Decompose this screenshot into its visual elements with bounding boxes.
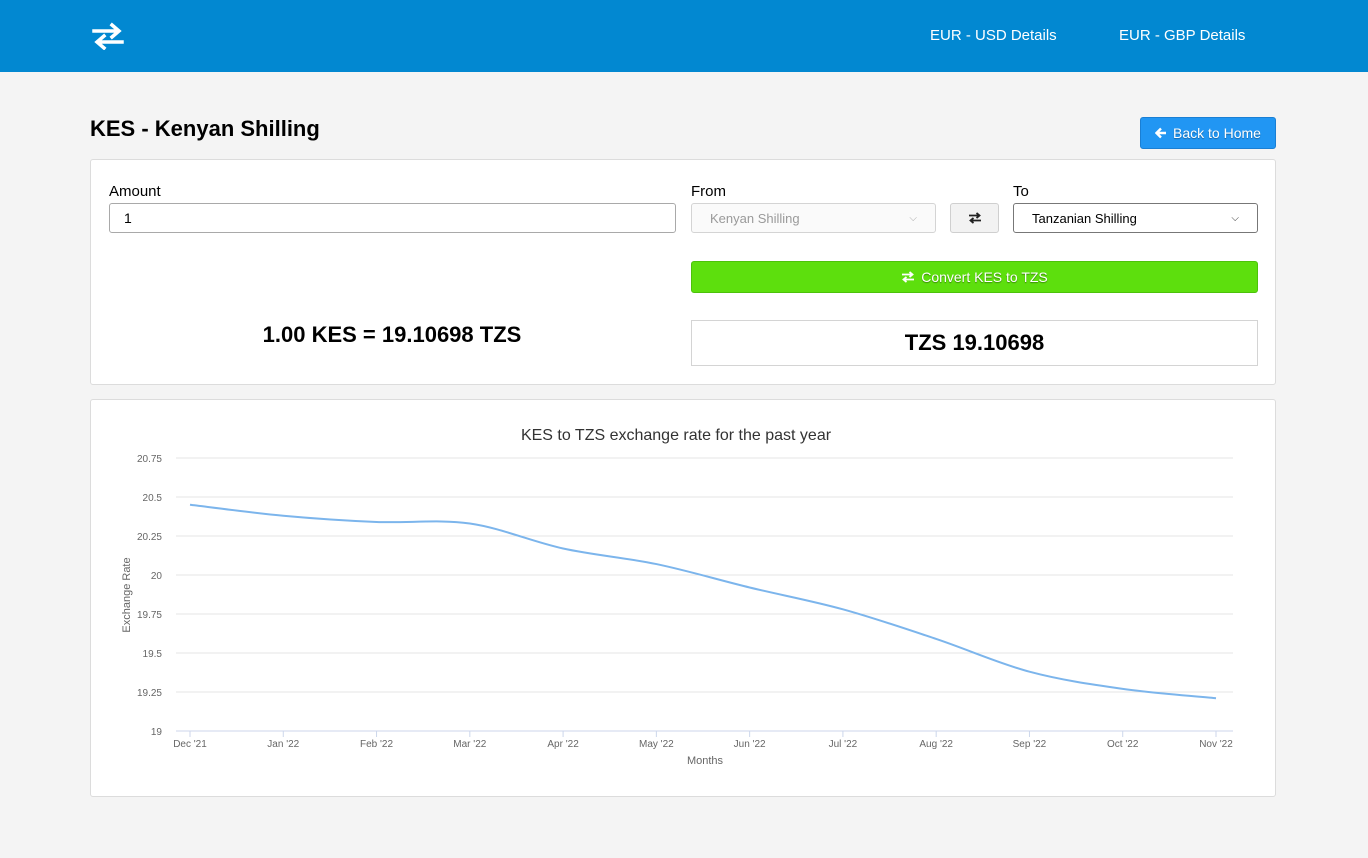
arrow-left-icon — [1155, 127, 1167, 139]
y-tick-label: 20.75 — [137, 454, 162, 465]
chart-card: KES to TZS exchange rate for the past ye… — [90, 399, 1276, 797]
y-tick-label: 20.25 — [137, 532, 162, 543]
amount-value: 1 — [124, 210, 132, 226]
x-tick-label: Oct '22 — [1107, 739, 1139, 750]
swap-arrows-icon[interactable] — [92, 22, 124, 50]
x-tick-label: Jun '22 — [734, 739, 766, 750]
swap-arrows-icon — [902, 271, 915, 283]
amount-input[interactable]: 1 — [109, 203, 676, 233]
exchange-rate-text: 1.00 KES = 19.10698 TZS — [262, 322, 522, 347]
x-tick-label: Feb '22 — [360, 739, 393, 750]
swap-currencies-button[interactable] — [950, 203, 999, 233]
from-currency-select[interactable]: Kenyan Shilling ⌵ — [691, 203, 936, 233]
chevron-down-icon: ⌵ — [1231, 212, 1239, 224]
y-tick-label: 19.25 — [137, 688, 162, 699]
x-tick-label: Jan '22 — [267, 739, 299, 750]
chart-title: KES to TZS exchange rate for the past ye… — [521, 427, 832, 444]
x-tick-label: Nov '22 — [1199, 739, 1233, 750]
nav-link-eur-usd[interactable]: EUR - USD Details — [930, 27, 1057, 44]
navbar: EUR - USD Details EUR - GBP Details — [0, 0, 1368, 72]
back-to-home-button[interactable]: Back to Home — [1140, 117, 1276, 149]
y-tick-label: 19 — [151, 727, 163, 738]
converter-card: Amount 1 From Kenyan Shilling ⌵ To Tanza… — [90, 159, 1276, 385]
x-tick-label: Apr '22 — [547, 739, 579, 750]
nav-link-eur-gbp[interactable]: EUR - GBP Details — [1119, 27, 1245, 44]
x-tick-label: Jul '22 — [829, 739, 858, 750]
page-title: KES - Kenyan Shilling — [90, 116, 320, 141]
x-axis-label: Months — [687, 755, 724, 767]
series-line[interactable] — [189, 503, 1217, 700]
amount-label: Amount — [109, 183, 161, 200]
x-tick-label: Aug '22 — [919, 739, 953, 750]
x-tick-label: May '22 — [639, 739, 674, 750]
y-tick-label: 19.75 — [137, 610, 162, 621]
back-to-home-label: Back to Home — [1173, 125, 1261, 141]
exchange-rate-chart: KES to TZS exchange rate for the past ye… — [121, 427, 1233, 767]
convert-button[interactable]: Convert KES to TZS — [691, 261, 1258, 293]
convert-button-label: Convert KES to TZS — [921, 269, 1048, 285]
y-axis-label: Exchange Rate — [121, 557, 133, 632]
y-tick-label: 20 — [151, 571, 163, 582]
from-label: From — [691, 183, 726, 200]
to-currency-value: Tanzanian Shilling — [1032, 210, 1137, 226]
x-tick-label: Sep '22 — [1013, 739, 1047, 750]
swap-arrows-icon — [968, 212, 981, 224]
to-currency-select[interactable]: Tanzanian Shilling ⌵ — [1013, 203, 1258, 233]
conversion-result: TZS 19.10698 — [691, 320, 1258, 366]
x-tick-label: Dec '21 — [173, 739, 207, 750]
to-label: To — [1013, 183, 1029, 200]
y-tick-label: 19.5 — [143, 649, 163, 660]
y-tick-label: 20.5 — [143, 493, 163, 504]
chevron-down-icon: ⌵ — [909, 212, 917, 224]
x-tick-label: Mar '22 — [453, 739, 486, 750]
from-currency-value: Kenyan Shilling — [710, 210, 800, 226]
